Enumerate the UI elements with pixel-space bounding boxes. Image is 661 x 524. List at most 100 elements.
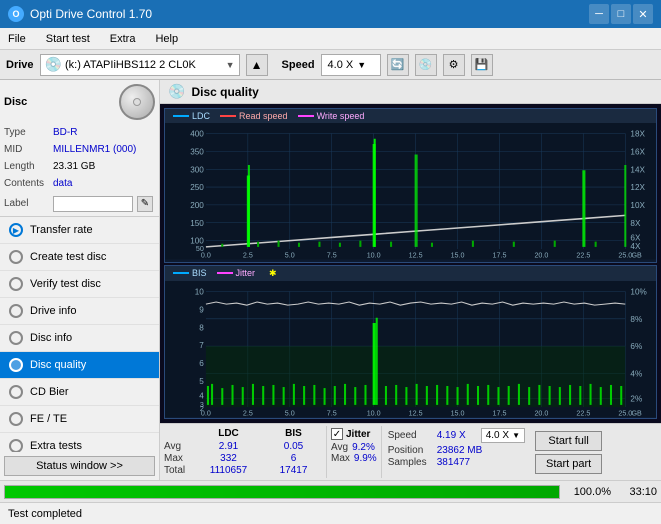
svg-text:0.0: 0.0 xyxy=(201,408,211,417)
disc-section: Disc Type BD-R MID MILLENMR1 (000) Len xyxy=(0,80,159,217)
disc-header: Disc xyxy=(4,84,155,120)
svg-text:15.0: 15.0 xyxy=(451,408,465,417)
svg-text:5: 5 xyxy=(199,375,204,385)
legend-jitter-label: Jitter xyxy=(236,268,256,278)
svg-text:7.5: 7.5 xyxy=(327,250,337,259)
nav-item-create-test-disc[interactable]: Create test disc xyxy=(0,244,159,271)
total-label: Total xyxy=(164,465,196,476)
speed-select[interactable]: 4.0 X ▼ xyxy=(321,54,381,76)
svg-text:5.0: 5.0 xyxy=(285,408,295,417)
nav-label-disc-quality: Disc quality xyxy=(30,359,86,371)
start-buttons: Start full Start part xyxy=(531,426,606,478)
nav-item-disc-quality[interactable]: Disc quality xyxy=(0,352,159,379)
progress-time: 33:10 xyxy=(617,486,657,498)
svg-text:5.0: 5.0 xyxy=(285,250,295,259)
nav-item-verify-test-disc[interactable]: Verify test disc xyxy=(0,271,159,298)
eject-button[interactable]: ▲ xyxy=(246,54,268,76)
position-row: Position 23862 MB xyxy=(388,445,525,456)
legend-write-speed-label: Write speed xyxy=(317,111,365,121)
label-label: Label xyxy=(4,195,49,212)
samples-row: Samples 381477 xyxy=(388,457,525,468)
nav-item-disc-info[interactable]: Disc info xyxy=(0,325,159,352)
nav-item-fe-te[interactable]: FE / TE xyxy=(0,406,159,433)
minimize-button[interactable]: ─ xyxy=(589,4,609,24)
svg-text:2.5: 2.5 xyxy=(243,408,253,417)
label-edit-button[interactable]: ✎ xyxy=(137,196,153,212)
nav-label-create-test-disc: Create test disc xyxy=(30,251,106,263)
start-part-button[interactable]: Start part xyxy=(535,454,602,474)
svg-text:250: 250 xyxy=(190,182,204,192)
settings-button[interactable]: ⚙ xyxy=(443,54,465,76)
refresh-button[interactable]: 🔄 xyxy=(387,54,409,76)
svg-text:400: 400 xyxy=(190,129,204,139)
total-row: Total 1110657 17417 xyxy=(164,465,326,476)
drive-label: Drive xyxy=(6,59,34,71)
disc-section-title: Disc xyxy=(4,96,27,108)
length-value: 23.31 GB xyxy=(53,158,95,175)
samples-label: Samples xyxy=(388,457,433,468)
menubar: File Start test Extra Help xyxy=(0,28,661,50)
menu-help[interactable]: Help xyxy=(151,32,182,46)
svg-text:8%: 8% xyxy=(630,313,642,323)
jitter-checkbox[interactable]: ✓ xyxy=(331,428,343,440)
menu-starttest[interactable]: Start test xyxy=(42,32,94,46)
svg-text:6: 6 xyxy=(199,357,204,367)
status-bar: Test completed xyxy=(0,502,661,524)
nav-label-disc-info: Disc info xyxy=(30,332,72,344)
legend-jitter: Jitter xyxy=(217,268,256,279)
maximize-button[interactable]: □ xyxy=(611,4,631,24)
svg-text:10.0: 10.0 xyxy=(367,250,381,259)
disc-quality-icon xyxy=(8,357,24,373)
max-ldc: 332 xyxy=(196,453,261,464)
close-button[interactable]: ✕ xyxy=(633,4,653,24)
speed-dropdown[interactable]: 4.0 X ▼ xyxy=(481,428,525,443)
svg-text:20.0: 20.0 xyxy=(534,408,548,417)
max-bis: 6 xyxy=(261,453,326,464)
menu-file[interactable]: File xyxy=(4,32,30,46)
speed-position-stats: Speed 4.19 X 4.0 X ▼ Position 23862 MB S… xyxy=(381,426,531,478)
drive-info-icon xyxy=(8,303,24,319)
progress-fill xyxy=(5,486,559,498)
svg-text:4%: 4% xyxy=(630,368,642,378)
nav-label-fe-te: FE / TE xyxy=(30,413,67,425)
bis-legend: BIS Jitter ✱ xyxy=(165,266,656,281)
nav-item-cd-bier[interactable]: CD Bier xyxy=(0,379,159,406)
speed-value: 4.0 X xyxy=(328,59,354,71)
svg-text:350: 350 xyxy=(190,146,204,156)
nav-label-extra-tests: Extra tests xyxy=(30,440,82,452)
legend-bis: BIS xyxy=(173,268,207,279)
start-full-button[interactable]: Start full xyxy=(535,431,602,451)
svg-text:12.5: 12.5 xyxy=(409,250,423,259)
svg-text:300: 300 xyxy=(190,164,204,174)
svg-text:15.0: 15.0 xyxy=(451,250,465,259)
nav-item-drive-info[interactable]: Drive info xyxy=(0,298,159,325)
disc-icon-btn[interactable]: 💿 xyxy=(415,54,437,76)
svg-text:150: 150 xyxy=(190,218,204,228)
total-bis: 17417 xyxy=(261,465,326,476)
extra-tests-icon xyxy=(8,438,24,452)
stats-bar: LDC BIS Avg 2.91 0.05 Max 332 6 Total 11… xyxy=(160,423,661,480)
menu-extra[interactable]: Extra xyxy=(106,32,140,46)
nav-item-transfer-rate[interactable]: ▶ Transfer rate xyxy=(0,217,159,244)
legend-ldc: LDC xyxy=(173,111,210,121)
label-input[interactable] xyxy=(53,196,133,212)
bis-chart-svg: 10 9 8 7 6 5 4 3 2 10% 8% 6% 4% 2% 0.0 xyxy=(165,281,656,418)
drive-select[interactable]: 💿 (k:) ATAPIiHBS112 2 CL0K ▼ xyxy=(40,54,240,76)
position-value: 23862 MB xyxy=(437,445,483,456)
nav-item-extra-tests[interactable]: Extra tests xyxy=(0,433,159,452)
svg-text:10X: 10X xyxy=(630,200,645,210)
svg-text:22.5: 22.5 xyxy=(576,250,590,259)
svg-text:18X: 18X xyxy=(630,129,645,139)
jitter-max-row: Max 9.9% xyxy=(331,453,377,464)
svg-text:20.0: 20.0 xyxy=(534,250,548,259)
svg-text:2.5: 2.5 xyxy=(243,250,253,259)
total-ldc: 1110657 xyxy=(196,465,261,476)
status-window-button[interactable]: Status window >> xyxy=(4,456,155,476)
nav-label-cd-bier: CD Bier xyxy=(30,386,69,398)
save-button[interactable]: 💾 xyxy=(471,54,493,76)
avg-label: Avg xyxy=(164,441,196,452)
right-panel: 💿 Disc quality LDC Read speed xyxy=(160,80,661,480)
jitter-avg-row: Avg 9.2% xyxy=(331,442,377,453)
svg-text:10.0: 10.0 xyxy=(367,408,381,417)
jitter-avg-label: Avg xyxy=(331,442,348,453)
